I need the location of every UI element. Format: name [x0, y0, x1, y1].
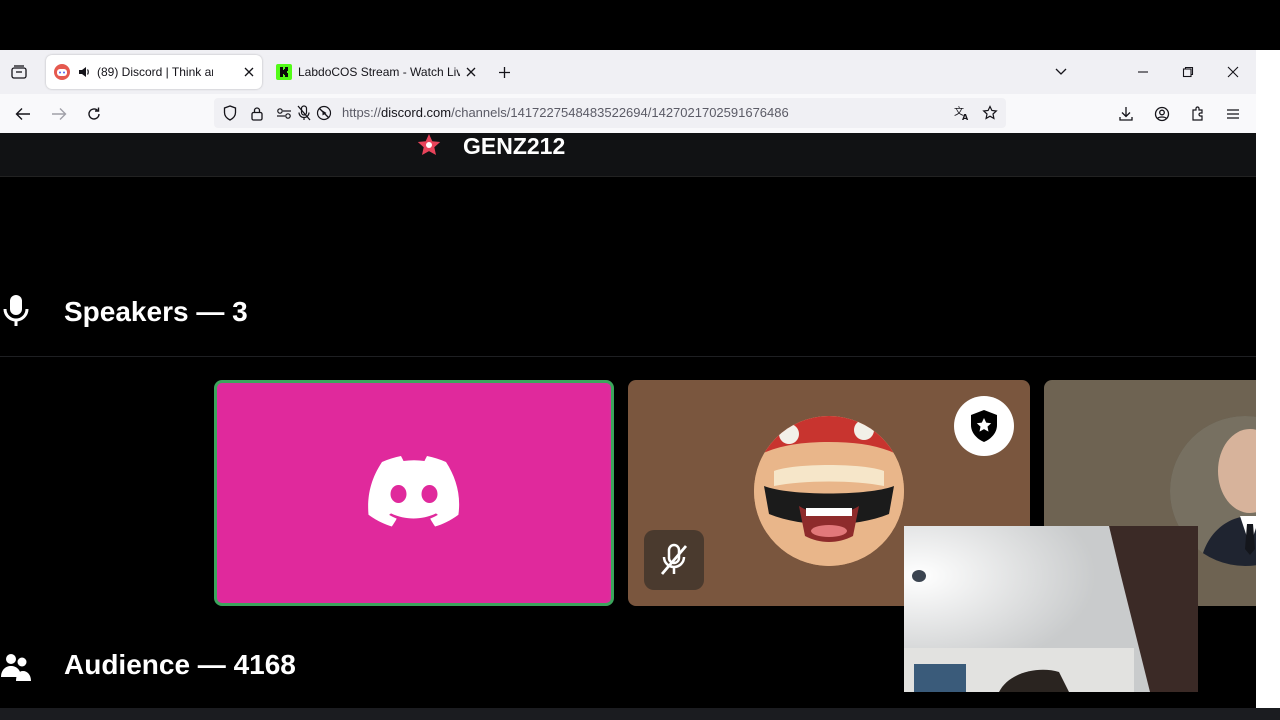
lock-icon[interactable] — [249, 105, 265, 121]
tab-list-icon[interactable] — [8, 62, 30, 82]
speakers-label: Speakers — 3 — [64, 296, 248, 327]
tab-discord[interactable]: (89) Discord | Think and tall — [46, 55, 262, 89]
server-star-icon — [414, 133, 444, 159]
bottom-taskbar-strip — [0, 708, 1280, 720]
tab-title: LabdoCOS Stream - Watch Live — [298, 65, 460, 79]
svg-text:A: A — [962, 113, 969, 121]
avatar — [754, 416, 904, 566]
permissions-icon[interactable] — [276, 105, 292, 121]
close-window-icon[interactable] — [1223, 62, 1243, 82]
url-host: discord.com — [381, 105, 452, 120]
audience-label: Audience — 4168 — [64, 649, 296, 680]
moderator-badge-icon — [954, 396, 1014, 456]
shield-icon[interactable] — [222, 105, 238, 121]
bookmark-star-icon[interactable] — [982, 105, 998, 121]
close-tab-icon[interactable] — [464, 65, 478, 79]
microphone-blocked-icon[interactable] — [296, 105, 312, 121]
audience-header: Audience — 4168 — [0, 649, 296, 684]
chevron-down-icon[interactable] — [1051, 62, 1071, 82]
menu-icon[interactable] — [1222, 103, 1244, 125]
url-scheme: https:// — [342, 105, 382, 120]
url-text: https://discord.com/channels/14172275484… — [342, 105, 789, 120]
muted-microphone-icon[interactable] — [644, 530, 704, 590]
tab-labdocos[interactable]: LabdoCOS Stream - Watch Live — [268, 55, 484, 89]
extensions-icon[interactable] — [1187, 103, 1209, 125]
kick-favicon-icon — [276, 64, 292, 80]
discord-logo-icon — [368, 456, 460, 527]
tab-title: (89) Discord | Think and tall — [97, 65, 213, 79]
close-tab-icon[interactable] — [242, 65, 256, 79]
url-path: /channels/1417227548483522694/1427021702… — [451, 105, 789, 120]
minimize-icon[interactable] — [1133, 62, 1153, 82]
stage-header: GENZ212 — [0, 133, 1256, 177]
autoplay-blocked-icon[interactable] — [316, 105, 332, 121]
browser-nav-bar: https://discord.com/channels/14172275484… — [0, 94, 1256, 134]
address-bar[interactable]: https://discord.com/channels/14172275484… — [214, 98, 1006, 128]
forward-icon[interactable] — [48, 103, 70, 125]
restore-icon[interactable] — [1178, 62, 1198, 82]
speaker-tile-speaking[interactable] — [214, 380, 614, 606]
discord-favicon-icon — [54, 64, 70, 80]
account-icon[interactable] — [1151, 103, 1173, 125]
speakers-header: Speakers — 3 — [0, 294, 248, 328]
webcam-overlay — [904, 526, 1198, 692]
divider — [0, 356, 1256, 357]
microphone-icon — [0, 294, 32, 328]
reload-icon[interactable] — [83, 103, 105, 125]
translate-icon[interactable]: 文A — [954, 105, 970, 121]
new-tab-icon[interactable] — [494, 62, 514, 82]
speaker-audio-icon[interactable] — [77, 65, 91, 79]
people-icon — [0, 650, 32, 684]
downloads-icon[interactable] — [1115, 103, 1137, 125]
window-edge — [1256, 50, 1280, 708]
browser-tab-bar: (89) Discord | Think and tall LabdoCOS S… — [0, 50, 1256, 94]
back-icon[interactable] — [12, 103, 34, 125]
stage-name: GENZ212 — [463, 133, 566, 159]
